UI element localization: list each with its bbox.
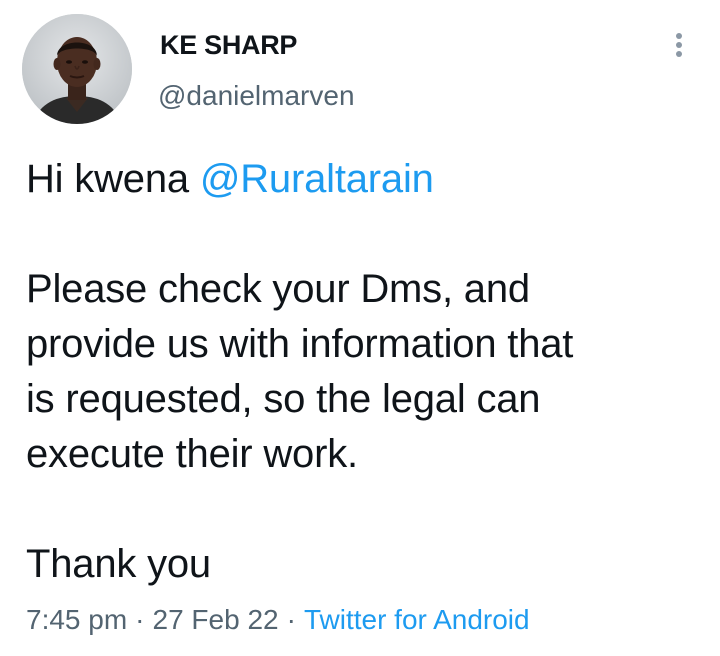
author-display-name[interactable]: KE SHARP bbox=[160, 30, 297, 61]
more-options-icon[interactable] bbox=[664, 30, 694, 66]
tweet-card: KE SHARP @danielmarven Hi kwena @Ruralta… bbox=[0, 0, 720, 656]
tweet-line: Please check your Dms, and bbox=[26, 267, 530, 311]
tweet-closing-paragraph: Thank you bbox=[26, 537, 706, 592]
tweet-meta: 7:45 pm · 27 Feb 22 · Twitter for Android bbox=[26, 604, 530, 636]
tweet-message-paragraph: Please check your Dms, and provide us wi… bbox=[26, 262, 706, 482]
meta-separator: · bbox=[286, 604, 296, 635]
mention-link[interactable]: @Ruraltarain bbox=[200, 157, 434, 201]
avatar-photo-icon bbox=[22, 14, 132, 124]
tweet-date[interactable]: 27 Feb 22 bbox=[153, 604, 279, 635]
closing-text: Thank you bbox=[26, 542, 211, 586]
greeting-text: Hi kwena bbox=[26, 157, 189, 201]
tweet-line: is requested, so the legal can bbox=[26, 377, 541, 421]
author-avatar[interactable] bbox=[22, 14, 132, 124]
tweet-line: provide us with information that bbox=[26, 322, 574, 366]
tweet-line: execute their work. bbox=[26, 432, 358, 476]
tweet-time[interactable]: 7:45 pm bbox=[26, 604, 127, 635]
tweet-greeting-paragraph: Hi kwena @Ruraltarain bbox=[26, 152, 706, 207]
more-dot bbox=[676, 42, 682, 48]
more-dot bbox=[676, 51, 682, 57]
author-handle[interactable]: @danielmarven bbox=[158, 80, 355, 112]
more-dot bbox=[676, 33, 682, 39]
tweet-text: Hi kwena @Ruraltarain Please check your … bbox=[26, 152, 706, 592]
tweet-source-link[interactable]: Twitter for Android bbox=[304, 604, 530, 635]
meta-separator: · bbox=[135, 604, 145, 635]
